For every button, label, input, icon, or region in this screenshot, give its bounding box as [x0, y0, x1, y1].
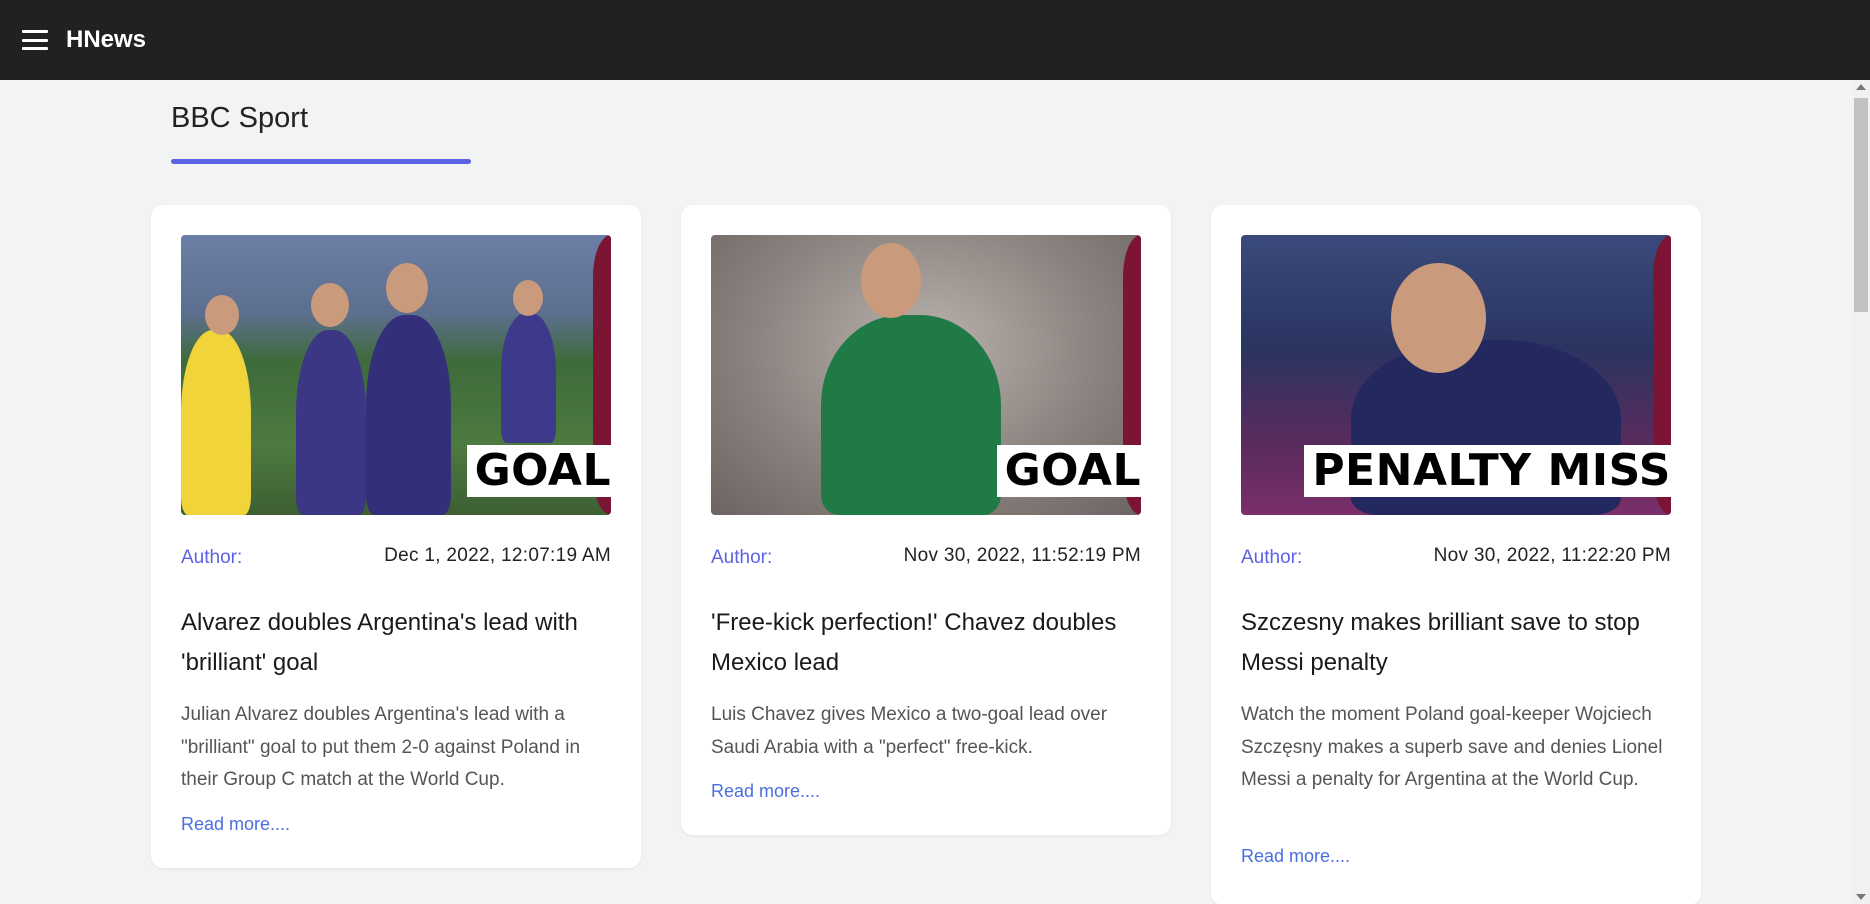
article-card: GOAL Author: Nov 30, 2022, 11:52:19 PM '… [681, 205, 1171, 835]
article-description: Luis Chavez gives Mexico a two-goal lead… [711, 704, 1108, 758]
image-banner-text: GOAL [466, 445, 611, 497]
article-title[interactable]: Alvarez doubles Argentina's lead with 'b… [181, 603, 616, 683]
author-label: Author: [181, 547, 243, 568]
article-meta: Author: Nov 30, 2022, 11:52:19 PM [711, 545, 1141, 569]
article-image[interactable]: PENALTY MISS [1241, 235, 1671, 515]
article-description: Julian Alvarez doubles Argentina's lead … [181, 704, 581, 790]
article-meta: Author: Dec 1, 2022, 12:07:19 AM [181, 545, 611, 569]
scrollbar-thumb[interactable] [1854, 98, 1868, 312]
article-card: PENALTY MISS Author: Nov 30, 2022, 11:22… [1211, 205, 1701, 904]
vertical-scrollbar[interactable] [1852, 80, 1870, 904]
article-date: Nov 30, 2022, 11:22:20 PM [1433, 545, 1671, 566]
app-bar: HNews [0, 0, 1870, 80]
image-banner-text: GOAL [996, 445, 1141, 497]
author-label: Author: [1241, 547, 1303, 568]
article-title[interactable]: Szczesny makes brilliant save to stop Me… [1241, 603, 1676, 683]
article-image[interactable]: GOAL [711, 235, 1141, 515]
section-title-underline [171, 159, 471, 164]
article-date: Dec 1, 2022, 12:07:19 AM [384, 545, 611, 566]
scroll-down-arrow-icon[interactable] [1856, 894, 1866, 900]
scroll-up-arrow-icon[interactable] [1856, 84, 1866, 90]
article-meta: Author: Nov 30, 2022, 11:22:20 PM [1241, 545, 1671, 569]
main-content: BBC Sport GOAL Author: Dec 1, 2022, 12:0… [0, 80, 1852, 904]
article-title[interactable]: 'Free-kick perfection!' Chavez doubles M… [711, 603, 1146, 683]
article-description: Watch the moment Poland goal-keeper Wojc… [1241, 704, 1663, 790]
app-title[interactable]: HNews [66, 26, 146, 54]
read-more-link[interactable]: Read more.... [1241, 846, 1350, 867]
read-more-link[interactable]: Read more.... [711, 781, 820, 802]
article-card: GOAL Author: Dec 1, 2022, 12:07:19 AM Al… [151, 205, 641, 868]
article-image[interactable]: GOAL [181, 235, 611, 515]
image-banner-text: PENALTY MISS [1304, 445, 1671, 497]
hamburger-menu-icon[interactable] [22, 30, 48, 50]
read-more-link[interactable]: Read more.... [181, 814, 290, 835]
author-label: Author: [711, 547, 773, 568]
section-title: BBC Sport [171, 102, 308, 134]
article-date: Nov 30, 2022, 11:52:19 PM [903, 545, 1141, 566]
